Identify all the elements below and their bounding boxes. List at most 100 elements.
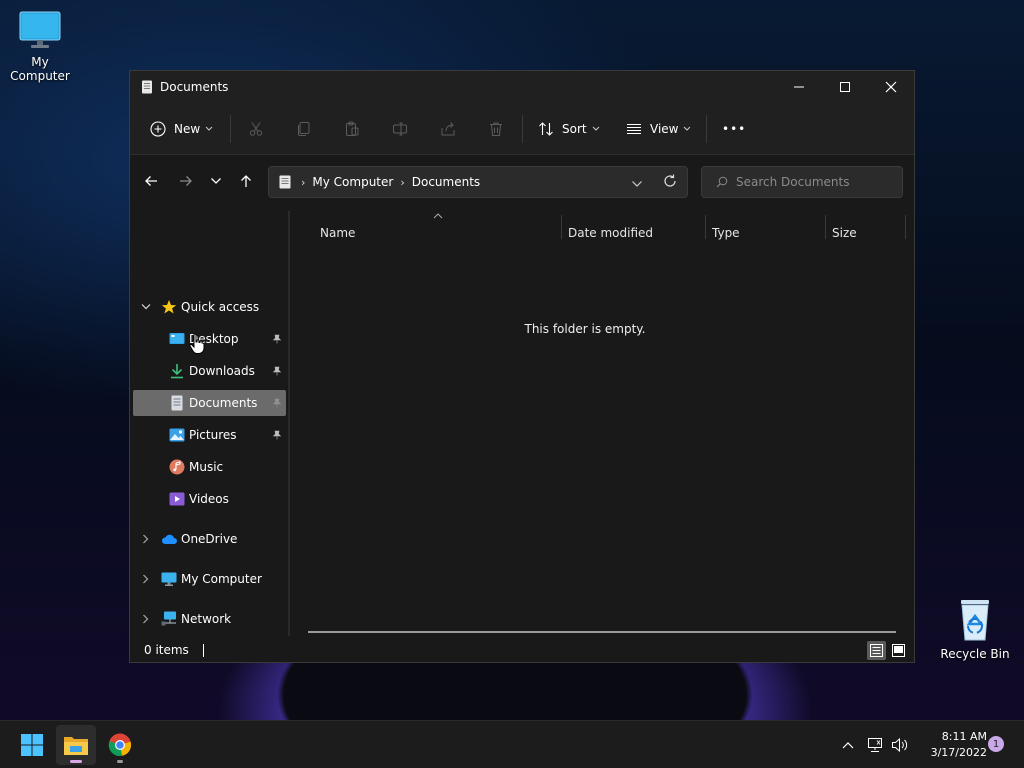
breadcrumb-documents[interactable]: Documents [412,175,480,189]
notification-badge[interactable]: 1 [988,736,1004,752]
maximize-button[interactable] [822,71,868,103]
recycle-bin-icon [961,600,989,641]
nav-label: Documents [189,396,258,410]
toolbar-separator [522,115,523,143]
file-list: Name Date modified Type Size This folder… [290,207,914,637]
nav-item-onedrive[interactable]: OneDrive [133,526,286,552]
videos-icon [169,492,185,506]
tiles-view-icon [892,644,905,657]
delete-button[interactable] [488,113,504,145]
desktop-icon-my-computer[interactable]: My Computer [0,10,80,83]
desktop-icon-recycle-bin[interactable]: Recycle Bin [935,598,1015,661]
address-history-button[interactable] [631,177,643,191]
rename-button[interactable] [392,113,408,145]
column-divider[interactable] [905,215,906,239]
search-icon [716,176,728,188]
nav-item-documents[interactable]: Documents [133,390,286,416]
list-view-icon [627,123,641,135]
nav-item-videos[interactable]: Videos [133,486,286,512]
desktop-folder-icon [169,333,185,344]
sort-button[interactable]: Sort [538,113,600,145]
copy-icon [298,122,310,136]
forward-button[interactable] [174,169,198,193]
back-button[interactable] [139,169,163,193]
system-clock[interactable]: 8:11 AM 3/17/2022 [913,729,987,761]
address-row: › My Computer › Documents [130,155,914,207]
sort-label: Sort [562,122,587,136]
chevron-up-icon [842,742,854,749]
breadcrumb-my-computer[interactable]: My Computer [312,175,393,189]
search-input[interactable] [736,175,896,189]
sort-icon [539,122,553,136]
view-button[interactable]: View [626,113,691,145]
address-bar[interactable]: › My Computer › Documents [268,166,688,198]
nav-label: Quick access [181,300,260,314]
column-divider[interactable] [561,215,562,239]
arrow-left-icon [145,176,157,186]
plus-circle-icon [150,121,166,137]
clock-time: 8:11 AM [941,730,987,743]
status-bar: 0 items [130,637,914,663]
search-box[interactable] [701,166,903,198]
chevron-down-icon [141,304,151,310]
paste-button[interactable] [344,113,360,145]
refresh-button[interactable] [663,174,677,191]
large-icons-view-button[interactable] [889,641,908,660]
chevron-right-icon [143,574,149,584]
star-icon [161,300,177,314]
minimize-button[interactable] [776,71,822,103]
paste-icon [346,121,359,136]
title-bar[interactable]: Documents [130,71,914,103]
details-view-icon [870,644,883,657]
arrow-right-icon [180,176,192,186]
cut-button[interactable] [248,113,264,145]
more-options-button[interactable]: ••• [722,113,746,145]
cloud-icon [161,534,177,544]
chrome-icon [108,733,132,757]
share-button[interactable] [440,113,456,145]
music-icon [169,459,185,475]
column-divider[interactable] [705,215,706,239]
new-button[interactable]: New [150,113,213,145]
nav-item-my-computer[interactable]: My Computer [133,566,286,592]
up-button[interactable] [234,169,258,193]
column-header-name[interactable]: Name [320,223,355,243]
view-label: View [650,122,679,136]
taskbar-chrome[interactable] [100,725,140,765]
column-header-type[interactable]: Type [712,223,740,243]
nav-item-pictures[interactable]: Pictures [133,422,286,448]
nav-item-desktop[interactable]: Desktop [133,326,286,352]
recent-locations-button[interactable] [204,169,228,193]
column-header-size[interactable]: Size [832,223,857,243]
nav-item-network[interactable]: Network [133,606,286,632]
taskbar-file-explorer[interactable] [56,725,96,765]
column-header-date-modified[interactable]: Date modified [568,223,653,243]
copy-button[interactable] [296,113,312,145]
command-bar: New Sort View ••• [130,103,914,155]
nav-item-music[interactable]: Music [133,454,286,480]
network-tray-button[interactable] [863,733,887,757]
delete-icon [490,122,502,136]
active-app-indicator [70,760,82,763]
details-view-button[interactable] [867,641,886,660]
start-button[interactable] [12,725,52,765]
item-count: 0 items [144,643,189,657]
show-hidden-icons-button[interactable] [836,733,860,757]
volume-tray-button[interactable] [888,733,912,757]
pin-icon [272,366,282,376]
toolbar-separator [706,115,707,143]
hand-cursor-icon [189,333,205,354]
minimize-icon [794,86,804,88]
window-controls [776,71,914,103]
rename-icon [393,122,407,136]
chevron-down-icon [592,126,599,131]
more-options-label: ••• [722,122,747,136]
nav-item-downloads[interactable]: Downloads [133,358,286,384]
nav-quick-access[interactable]: Quick access [133,294,286,320]
clock-date: 3/17/2022 [930,746,987,759]
horizontal-scrollbar[interactable] [308,631,896,633]
column-divider[interactable] [825,215,826,239]
chevron-right-icon [143,534,149,544]
desktop-icon-label: Recycle Bin [940,647,1010,661]
close-button[interactable] [868,71,914,103]
